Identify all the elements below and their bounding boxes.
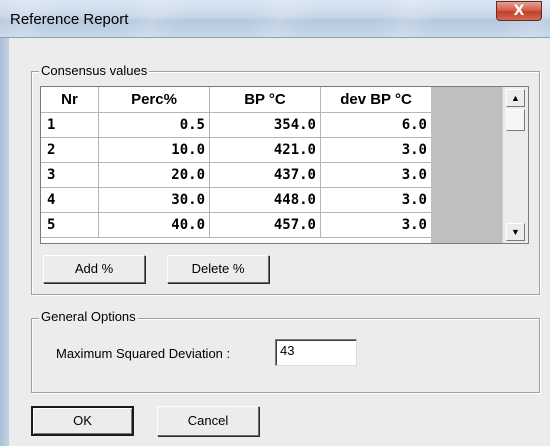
- consensus-values-label: Consensus values: [39, 63, 150, 78]
- window-title: Reference Report: [10, 11, 129, 28]
- cancel-button[interactable]: Cancel: [157, 406, 259, 436]
- cell-dev-bp[interactable]: 3.0: [320, 212, 432, 238]
- consensus-table: Nr Perc% BP °C dev BP °C 1 0.5 354.0 6.0…: [41, 87, 432, 238]
- cell-dev-bp[interactable]: 3.0: [320, 137, 432, 163]
- scroll-up-arrow-icon: ▲: [511, 93, 520, 103]
- table-row[interactable]: 4 30.0 448.0 3.0: [41, 187, 432, 213]
- add-percent-button[interactable]: Add %: [43, 255, 145, 283]
- cell-dev-bp[interactable]: 3.0: [320, 187, 432, 213]
- cell-perc[interactable]: 10.0: [98, 137, 210, 163]
- table-row[interactable]: 3 20.0 437.0 3.0: [41, 162, 432, 188]
- cell-nr[interactable]: 3: [41, 162, 99, 188]
- cell-perc[interactable]: 20.0: [98, 162, 210, 188]
- scroll-down-arrow-icon: ▼: [511, 227, 520, 237]
- cell-bp[interactable]: 421.0: [209, 137, 321, 163]
- cell-bp[interactable]: 448.0: [209, 187, 321, 213]
- window-frame-left: [0, 38, 9, 446]
- max-squared-deviation-label: Maximum Squared Deviation :: [56, 346, 231, 361]
- cell-nr[interactable]: 2: [41, 137, 99, 163]
- cell-bp[interactable]: 354.0: [209, 112, 321, 138]
- consensus-values-grid[interactable]: Nr Perc% BP °C dev BP °C 1 0.5 354.0 6.0…: [40, 86, 529, 244]
- grid-vertical-scrollbar[interactable]: ▲ ▼: [502, 87, 528, 243]
- cell-bp[interactable]: 437.0: [209, 162, 321, 188]
- column-header-nr[interactable]: Nr: [41, 87, 99, 113]
- scroll-thumb[interactable]: [506, 109, 525, 131]
- cell-nr[interactable]: 4: [41, 187, 99, 213]
- ok-button[interactable]: OK: [31, 406, 134, 436]
- close-icon: X: [513, 3, 525, 19]
- column-header-perc[interactable]: Perc%: [98, 87, 210, 113]
- delete-percent-button[interactable]: Delete %: [167, 255, 269, 283]
- general-options-label: General Options: [39, 309, 138, 324]
- scroll-down-button[interactable]: ▼: [506, 223, 525, 241]
- cell-perc[interactable]: 0.5: [98, 112, 210, 138]
- scroll-up-button[interactable]: ▲: [506, 89, 525, 107]
- table-header-row: Nr Perc% BP °C dev BP °C: [41, 87, 432, 113]
- max-squared-deviation-field[interactable]: 43: [275, 339, 357, 366]
- table-row[interactable]: 5 40.0 457.0 3.0: [41, 212, 432, 238]
- close-button[interactable]: X: [496, 1, 542, 21]
- cell-perc[interactable]: 30.0: [98, 187, 210, 213]
- table-row[interactable]: 1 0.5 354.0 6.0: [41, 112, 432, 138]
- cell-nr[interactable]: 1: [41, 112, 99, 138]
- column-header-bp[interactable]: BP °C: [209, 87, 321, 113]
- cell-nr[interactable]: 5: [41, 212, 99, 238]
- title-bar[interactable]: Reference Report X: [0, 0, 550, 38]
- cell-dev-bp[interactable]: 6.0: [320, 112, 432, 138]
- cell-bp[interactable]: 457.0: [209, 212, 321, 238]
- cell-dev-bp[interactable]: 3.0: [320, 162, 432, 188]
- reference-report-dialog: Reference Report X Consensus values Nr P…: [0, 0, 550, 446]
- cell-perc[interactable]: 40.0: [98, 212, 210, 238]
- column-header-dev-bp[interactable]: dev BP °C: [320, 87, 432, 113]
- table-row[interactable]: 2 10.0 421.0 3.0: [41, 137, 432, 163]
- grid-empty-area: [431, 87, 502, 243]
